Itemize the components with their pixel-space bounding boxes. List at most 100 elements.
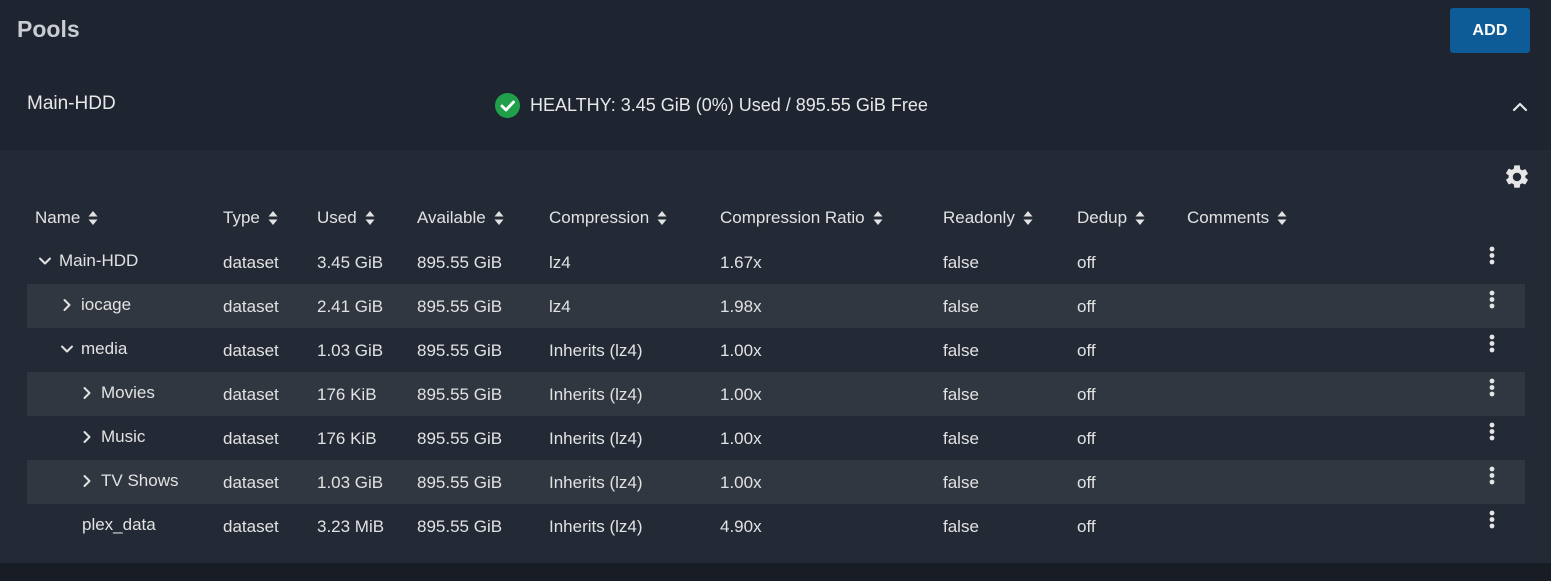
dataset-readonly: false <box>943 473 979 492</box>
chevron-right-icon[interactable] <box>80 474 94 488</box>
dataset-compression-ratio: 1.98x <box>720 297 762 316</box>
check-circle-icon <box>495 92 520 118</box>
dataset-dedup: off <box>1077 297 1096 316</box>
sort-icon <box>365 211 375 225</box>
dataset-name-cell: media <box>60 339 127 359</box>
dataset-used: 176 KiB <box>317 385 377 404</box>
more-vertical-icon[interactable] <box>1484 245 1500 269</box>
column-header-dedup[interactable]: Dedup <box>1077 208 1145 228</box>
chevron-up-icon[interactable] <box>1508 95 1532 119</box>
dataset-available: 895.55 GiB <box>417 385 503 404</box>
column-header-compression[interactable]: Compression <box>549 208 667 228</box>
dataset-compression: Inherits (lz4) <box>549 473 643 492</box>
dataset-available: 895.55 GiB <box>417 517 503 536</box>
dataset-name: plex_data <box>82 515 156 534</box>
sort-icon <box>657 211 667 225</box>
dataset-dedup: off <box>1077 517 1096 536</box>
page-title: Pools <box>17 16 80 42</box>
column-header-compression-ratio[interactable]: Compression Ratio <box>720 208 883 228</box>
dataset-dedup: off <box>1077 385 1096 404</box>
dataset-dedup: off <box>1077 473 1096 492</box>
dataset-type: dataset <box>223 297 279 316</box>
dataset-type: dataset <box>223 429 279 448</box>
dataset-used: 3.23 MiB <box>317 517 385 536</box>
dataset-available: 895.55 GiB <box>417 253 503 272</box>
dataset-used: 176 KiB <box>317 429 377 448</box>
dataset-name-cell: TV Shows <box>80 471 178 491</box>
dataset-readonly: false <box>943 517 979 536</box>
dataset-used: 1.03 GiB <box>317 341 384 360</box>
dataset-compression: lz4 <box>549 253 571 272</box>
table-row[interactable]: Music dataset 176 KiB 895.55 GiB Inherit… <box>27 416 1525 460</box>
column-header-label: Available <box>417 208 486 227</box>
more-vertical-icon[interactable] <box>1484 289 1500 313</box>
column-header-name[interactable]: Name <box>35 208 98 228</box>
dataset-readonly: false <box>943 297 979 316</box>
column-header-available[interactable]: Available <box>417 208 504 228</box>
column-header-label: Compression <box>549 208 650 227</box>
dataset-compression: Inherits (lz4) <box>549 429 643 448</box>
dataset-name: iocage <box>81 295 132 314</box>
sort-icon <box>268 211 278 225</box>
more-vertical-icon[interactable] <box>1484 509 1500 533</box>
dataset-dedup: off <box>1077 429 1096 448</box>
column-header-readonly[interactable]: Readonly <box>943 208 1033 228</box>
dataset-used: 3.45 GiB <box>317 253 384 272</box>
table-row[interactable]: plex_data dataset 3.23 MiB 895.55 GiB In… <box>27 504 1525 548</box>
dataset-name-cell: Movies <box>80 383 155 403</box>
table-row[interactable]: media dataset 1.03 GiB 895.55 GiB Inheri… <box>27 328 1525 372</box>
chevron-right-icon[interactable] <box>60 298 74 312</box>
dataset-available: 895.55 GiB <box>417 429 503 448</box>
table-row[interactable]: Main-HDD dataset 3.45 GiB 895.55 GiB lz4… <box>27 240 1525 284</box>
sort-icon <box>88 211 98 225</box>
dataset-compression-ratio: 1.00x <box>720 429 762 448</box>
column-header-type[interactable]: Type <box>223 208 278 228</box>
table-row[interactable]: TV Shows dataset 1.03 GiB 895.55 GiB Inh… <box>27 460 1525 504</box>
more-vertical-icon[interactable] <box>1484 377 1500 401</box>
dataset-compression-ratio: 4.90x <box>720 517 762 536</box>
dataset-name: media <box>81 339 128 358</box>
column-header-label: Dedup <box>1077 208 1128 227</box>
dataset-type: dataset <box>223 517 279 536</box>
more-vertical-icon[interactable] <box>1484 421 1500 445</box>
column-header-label: Type <box>223 208 260 227</box>
page-header: Pools ADD <box>0 0 1551 62</box>
dataset-compression: lz4 <box>549 297 571 316</box>
gear-icon[interactable] <box>1503 163 1531 191</box>
dataset-compression: Inherits (lz4) <box>549 341 643 360</box>
dataset-name: Music <box>101 427 146 446</box>
dataset-name-cell: Music <box>80 427 145 447</box>
dataset-compression-ratio: 1.00x <box>720 385 762 404</box>
column-header-label: Used <box>317 208 357 227</box>
pool-name: Main-HDD <box>27 93 116 114</box>
column-header-label: Comments <box>1187 208 1270 227</box>
dataset-used: 2.41 GiB <box>317 297 384 316</box>
table-row[interactable]: iocage dataset 2.41 GiB 895.55 GiB lz4 1… <box>27 284 1525 328</box>
dataset-readonly: false <box>943 429 979 448</box>
chevron-down-icon[interactable] <box>60 342 74 356</box>
chevron-down-icon[interactable] <box>38 254 52 268</box>
sort-icon <box>494 211 504 225</box>
dataset-name: Movies <box>101 383 155 402</box>
dataset-name: Main-HDD <box>59 251 139 270</box>
dataset-name-cell: iocage <box>60 295 131 315</box>
column-header-used[interactable]: Used <box>317 208 375 228</box>
dataset-type: dataset <box>223 253 279 272</box>
dataset-readonly: false <box>943 385 979 404</box>
more-vertical-icon[interactable] <box>1484 465 1500 489</box>
pool-header[interactable]: Main-HDD HEALTHY: 3.45 GiB (0%) Used / 8… <box>0 62 1551 150</box>
sort-icon <box>1023 211 1033 225</box>
column-header-comments[interactable]: Comments <box>1187 208 1287 228</box>
dataset-type: dataset <box>223 473 279 492</box>
dataset-table-body: Main-HDD dataset 3.45 GiB 895.55 GiB lz4… <box>27 240 1525 548</box>
table-header: Name Type Used Available Compression Com… <box>0 200 1551 234</box>
table-row[interactable]: Movies dataset 176 KiB 895.55 GiB Inheri… <box>27 372 1525 416</box>
datasets-panel: Name Type Used Available Compression Com… <box>0 150 1551 563</box>
more-vertical-icon[interactable] <box>1484 333 1500 357</box>
chevron-right-icon[interactable] <box>80 386 94 400</box>
dataset-available: 895.55 GiB <box>417 473 503 492</box>
chevron-right-icon[interactable] <box>80 430 94 444</box>
dataset-used: 1.03 GiB <box>317 473 384 492</box>
add-pool-button[interactable]: ADD <box>1450 8 1530 53</box>
dataset-dedup: off <box>1077 341 1096 360</box>
